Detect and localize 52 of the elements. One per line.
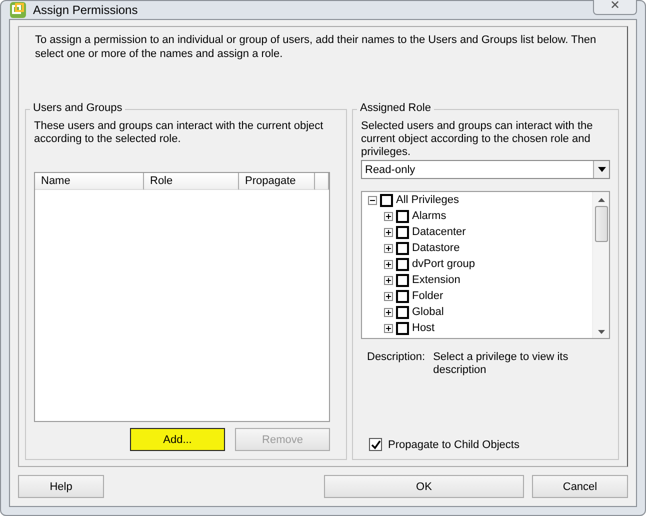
column-header[interactable]: Name <box>35 173 144 190</box>
expand-icon[interactable] <box>384 228 393 236</box>
scroll-down-icon[interactable] <box>598 330 604 334</box>
expand-icon[interactable] <box>384 212 393 220</box>
instructions-text: To assign a permission to an individual or group of users, add their names to the Users and Groups list below. Then select one or more of the names and assign a role. <box>35 33 598 62</box>
expand-icon[interactable] <box>384 308 393 316</box>
dialog-button[interactable]: Help <box>18 475 104 498</box>
expand-icon[interactable] <box>384 324 393 332</box>
tree-item[interactable]: All Privileges <box>396 194 459 206</box>
dropdown-arrow-icon <box>598 167 606 172</box>
expand-icon[interactable] <box>384 260 393 268</box>
panel-description: These users and groups can interact with the current object according to the selected role. <box>34 120 324 147</box>
panel-description: Selected users and groups can interact with the current object according to the chosen role and privileges. <box>361 120 594 160</box>
checkbox[interactable] <box>380 194 393 206</box>
window-title: Assign Permissions <box>33 3 139 17</box>
role-dropdown[interactable]: Read-only <box>361 160 610 179</box>
tree-item[interactable]: Datastore <box>412 242 460 254</box>
checkbox[interactable] <box>396 306 409 318</box>
tree-item[interactable]: Datacenter <box>412 226 466 238</box>
expand-icon[interactable] <box>384 292 393 300</box>
expand-icon[interactable] <box>384 276 393 284</box>
description-label: Description: <box>367 351 426 365</box>
close-button[interactable]: ✕ <box>593 0 637 15</box>
add-button[interactable]: Add... <box>130 428 225 451</box>
tree-item[interactable]: Global <box>412 306 444 318</box>
checkbox-label[interactable]: Propagate to Child Objects <box>388 438 520 450</box>
checkbox[interactable] <box>396 290 409 302</box>
scroll-up-icon[interactable] <box>598 198 604 202</box>
tree-item[interactable]: Alarms <box>412 210 446 222</box>
panel-title: Assigned Role <box>357 102 434 114</box>
propagate-checkbox[interactable] <box>369 438 382 451</box>
tree-item[interactable]: Folder <box>412 290 444 302</box>
checkbox[interactable] <box>396 242 409 254</box>
app-logo-icon <box>9 1 27 19</box>
checkbox[interactable] <box>396 258 409 270</box>
column-header[interactable]: Role <box>144 173 239 190</box>
column-header[interactable]: Propagate <box>239 173 315 190</box>
collapse-icon[interactable] <box>368 196 377 204</box>
scroll-thumb[interactable] <box>594 206 608 242</box>
tree-item[interactable]: dvPort group <box>412 258 475 270</box>
checkbox[interactable] <box>396 274 409 286</box>
checkbox[interactable] <box>396 226 409 238</box>
checkbox[interactable] <box>396 322 409 334</box>
tree-item[interactable]: Host <box>412 322 435 334</box>
dialog-button[interactable]: OK <box>324 475 524 498</box>
panel-title: Users and Groups <box>30 102 126 114</box>
description-text: Select a privilege to view its description <box>433 351 570 377</box>
tree-item[interactable]: Extension <box>412 274 460 286</box>
dialog-button[interactable]: Cancel <box>532 475 628 498</box>
expand-icon[interactable] <box>384 244 393 252</box>
scrollbar[interactable] <box>592 192 609 338</box>
checkbox[interactable] <box>396 210 409 222</box>
